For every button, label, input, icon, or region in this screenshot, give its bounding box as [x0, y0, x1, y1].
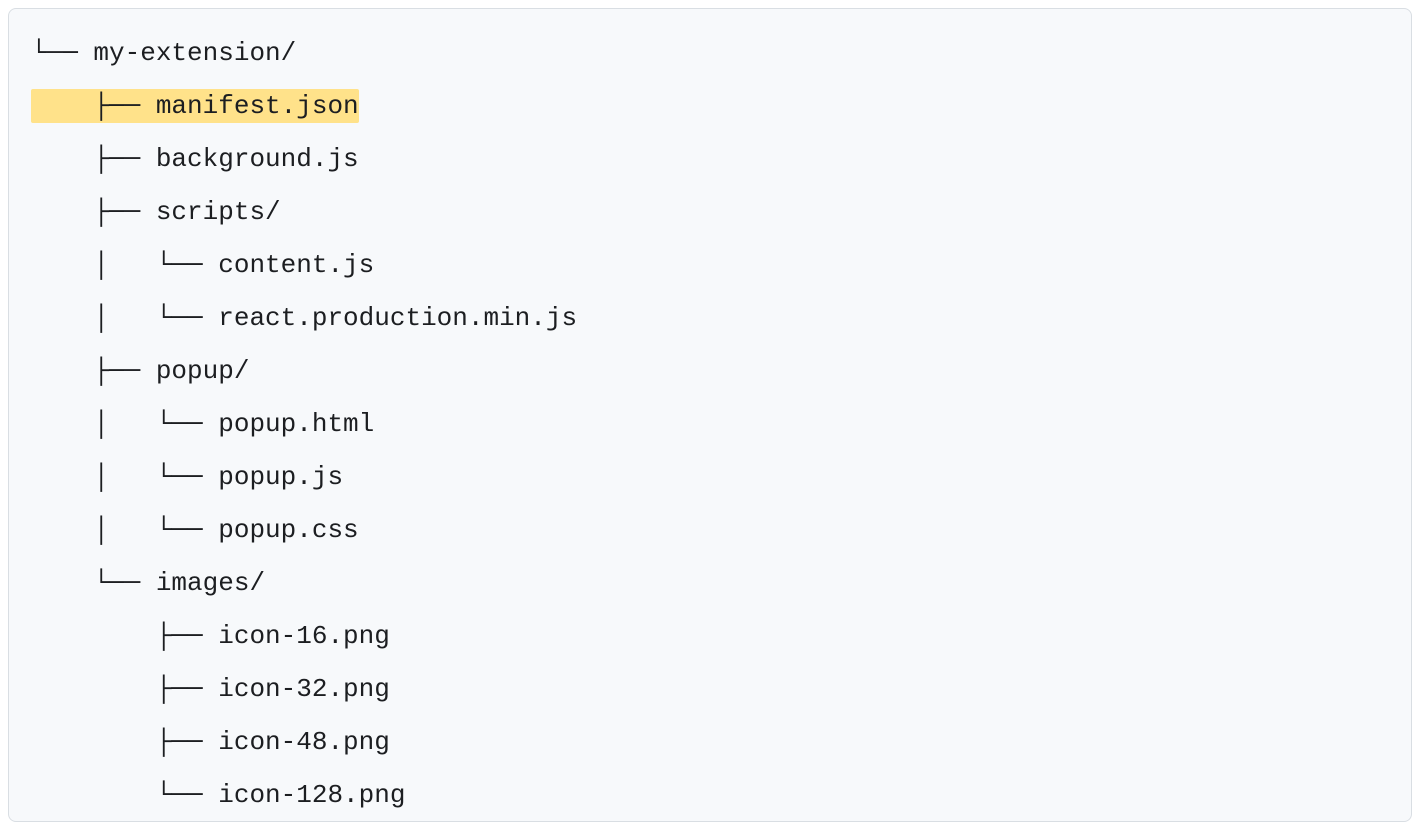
tree-prefix: ├── [31, 621, 218, 651]
tree-prefix: │ └── [31, 250, 218, 280]
tree-row: ├── background.js [31, 133, 1389, 186]
tree-prefix: ├── [31, 674, 218, 704]
tree-entry: popup.js [218, 462, 343, 492]
tree-entry: icon-48.png [218, 727, 390, 757]
tree-prefix: ├── [31, 356, 156, 386]
tree-entry: icon-128.png [218, 780, 405, 810]
tree-entry: popup/ [156, 356, 250, 386]
tree-row: ├── scripts/ [31, 186, 1389, 239]
tree-entry: content.js [218, 250, 374, 280]
tree-prefix: ├── [31, 91, 156, 121]
tree-row: └── icon-128.png [31, 769, 1389, 822]
tree-prefix: │ └── [31, 303, 218, 333]
tree-prefix: ├── [31, 197, 156, 227]
tree-entry: popup.css [218, 515, 358, 545]
tree-entry: manifest.json [156, 91, 359, 121]
tree-row: └── images/ [31, 557, 1389, 610]
tree-row: └── my-extension/ [31, 27, 1389, 80]
tree-row: ├── icon-48.png [31, 716, 1389, 769]
tree-entry: my-extension/ [93, 38, 296, 68]
tree-prefix: └── [31, 38, 93, 68]
tree-prefix: │ └── [31, 462, 218, 492]
tree-row: │ └── react.production.min.js [31, 292, 1389, 345]
tree-row: │ └── popup.css [31, 504, 1389, 557]
tree-prefix: ├── [31, 727, 218, 757]
tree-row: │ └── content.js [31, 239, 1389, 292]
tree-prefix: └── [31, 568, 156, 598]
tree-entry: icon-16.png [218, 621, 390, 651]
tree-prefix: │ └── [31, 409, 218, 439]
tree-prefix: ├── [31, 144, 156, 174]
tree-entry: background.js [156, 144, 359, 174]
tree-entry: icon-32.png [218, 674, 390, 704]
tree-entry: scripts/ [156, 197, 281, 227]
tree-entry: react.production.min.js [218, 303, 577, 333]
tree-row: ├── icon-32.png [31, 663, 1389, 716]
tree-row: ├── icon-16.png [31, 610, 1389, 663]
tree-entry: images/ [156, 568, 265, 598]
tree-row: ├── popup/ [31, 345, 1389, 398]
tree-row: │ └── popup.html [31, 398, 1389, 451]
tree-row: │ └── popup.js [31, 451, 1389, 504]
directory-tree: └── my-extension/ ├── manifest.json ├── … [31, 27, 1389, 822]
tree-prefix: │ └── [31, 515, 218, 545]
tree-row: ├── manifest.json [31, 80, 1389, 133]
tree-prefix: └── [31, 780, 218, 810]
code-block: └── my-extension/ ├── manifest.json ├── … [8, 8, 1412, 822]
tree-entry: popup.html [218, 409, 374, 439]
